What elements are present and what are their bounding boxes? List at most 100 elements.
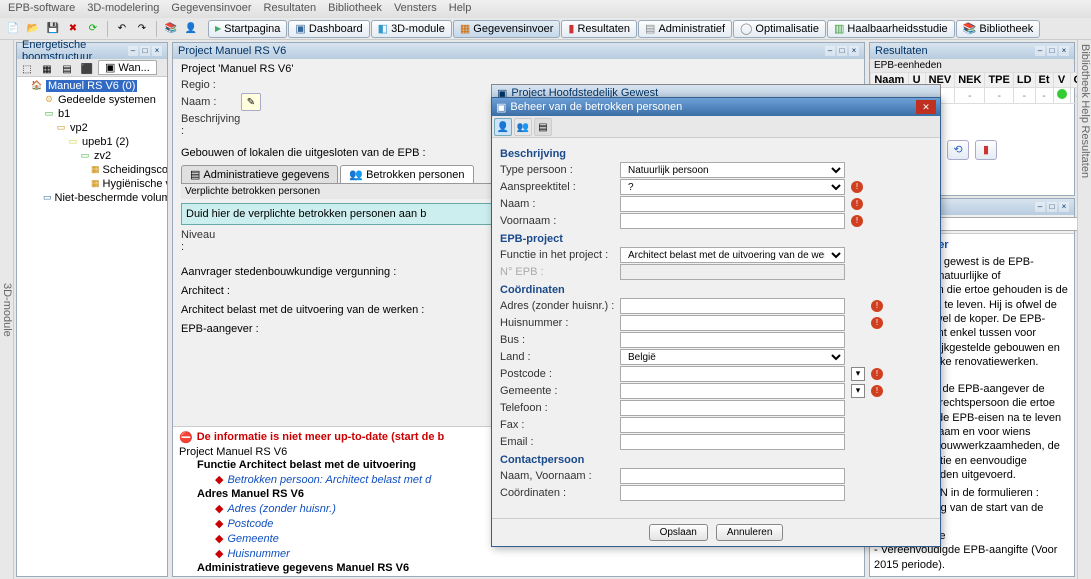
library-icon[interactable]: 📚 <box>162 20 180 38</box>
tree-item[interactable]: b1 <box>58 108 70 120</box>
menu-item[interactable]: EPB-software <box>8 2 75 16</box>
functie-select[interactable]: Architect belast met de uitvoering van d… <box>620 247 845 263</box>
telefoon-input[interactable] <box>620 400 845 416</box>
col-header[interactable]: V <box>1053 73 1070 88</box>
minimize-icon[interactable]: – <box>1035 202 1045 212</box>
tab-admin[interactable]: ▤Administratieve gegevens <box>181 165 338 183</box>
close-icon[interactable]: ✖ <box>64 20 82 38</box>
gemeente-input[interactable] <box>620 383 845 399</box>
minimize-icon[interactable]: – <box>128 46 138 56</box>
tree-tab-wan[interactable]: ▣Wan... <box>98 60 157 75</box>
tree-item[interactable]: Scheidingsconstructies <box>103 164 167 176</box>
tab-betrokken[interactable]: 👥Betrokken personen <box>340 165 473 183</box>
picker-icon[interactable]: ▾ <box>851 384 865 398</box>
nav-bibliotheek[interactable]: 📚Bibliotheek <box>956 20 1041 38</box>
nav-resultaten[interactable]: ▮Resultaten <box>561 20 637 38</box>
user-icon[interactable]: 👤 <box>182 20 200 38</box>
save-icon[interactable]: 💾 <box>44 20 62 38</box>
menu-item[interactable]: Gegevensinvoer <box>171 2 251 16</box>
close-icon[interactable]: × <box>849 46 859 56</box>
close-icon[interactable]: × <box>1059 202 1069 212</box>
redo-icon[interactable]: ↷ <box>133 20 151 38</box>
picker-icon[interactable]: ▾ <box>851 367 865 381</box>
type-persoon-select[interactable]: Natuurlijk persoon <box>620 162 845 178</box>
nav-startpagina[interactable]: ▶Startpagina <box>208 20 287 38</box>
dialog-title: Beheer van de betrokken personen <box>510 101 682 113</box>
open-icon[interactable]: 📂 <box>24 20 42 38</box>
dock-tab-resultaten[interactable]: Resultaten <box>1079 125 1091 178</box>
dock-tab-bibliotheek[interactable]: Bibliotheek <box>1079 44 1091 98</box>
huisnummer-input[interactable] <box>620 315 845 331</box>
maximize-icon[interactable]: □ <box>837 46 847 56</box>
menu-item[interactable]: Help <box>449 2 472 16</box>
menu-item[interactable]: Vensters <box>394 2 437 16</box>
tree-btn-2[interactable]: ▦ <box>38 60 56 78</box>
dialog-close-icon[interactable]: ✕ <box>916 100 936 114</box>
tree-item[interactable]: zv2 <box>94 150 111 162</box>
dock-tab-3d[interactable]: 3D-module <box>1 44 13 575</box>
help-search-input[interactable] <box>934 217 1078 231</box>
error-link[interactable]: Gemeente <box>227 533 278 545</box>
refresh-icon[interactable]: ⟳ <box>84 20 102 38</box>
tree-btn-1[interactable]: ⬚ <box>18 60 36 78</box>
list-icon[interactable]: ▤ <box>534 118 552 136</box>
error-link[interactable]: Huisnummer <box>227 548 289 560</box>
undo-icon[interactable]: ↶ <box>113 20 131 38</box>
tree-btn-3[interactable]: ▤ <box>58 60 76 78</box>
nav-3d[interactable]: ◧3D-module <box>371 20 452 38</box>
tree-btn-4[interactable]: ⬛ <box>78 60 96 78</box>
person-icon[interactable]: 👤 <box>494 118 512 136</box>
edit-icon[interactable]: ✎ <box>241 93 261 111</box>
opslaan-button[interactable]: Opslaan <box>649 524 708 541</box>
dialog-titlebar[interactable]: ▣Beheer van de betrokken personen ✕ <box>492 98 940 116</box>
minimize-icon[interactable]: – <box>825 46 835 56</box>
error-link[interactable]: Adres (zonder huisnr.) <box>227 503 335 515</box>
tree-item[interactable]: upeb1 (2) <box>82 136 129 148</box>
left-dock-strip[interactable]: 3D-module Energetische boomstructuur Geo… <box>0 40 14 579</box>
error-link[interactable]: Betrokken persoon: Architect belast met … <box>227 474 431 486</box>
menu-item[interactable]: Resultaten <box>264 2 317 16</box>
dock-tab-help[interactable]: Help <box>1079 100 1091 123</box>
maximize-icon[interactable]: □ <box>1047 202 1057 212</box>
tree-item[interactable]: Gedeelde systemen <box>58 94 156 106</box>
maximize-icon[interactable]: □ <box>140 46 150 56</box>
nav-gegevensinvoer[interactable]: ▦Gegevensinvoer <box>453 20 561 38</box>
person-add-icon[interactable]: 👥 <box>514 118 532 136</box>
tree-item[interactable]: Niet-beschermde volumes (1) <box>55 192 167 204</box>
col-header[interactable]: LD <box>1013 73 1035 88</box>
refresh-icon[interactable]: ⟲ <box>947 140 969 160</box>
col-header[interactable]: NEK <box>955 73 985 88</box>
naam-input[interactable] <box>620 196 845 212</box>
close-icon[interactable]: × <box>1059 46 1069 56</box>
menu-item[interactable]: 3D-modelering <box>87 2 159 16</box>
bus-input[interactable] <box>620 332 845 348</box>
postcode-input[interactable] <box>620 366 845 382</box>
contact-naam-input[interactable] <box>620 468 845 484</box>
tree-root[interactable]: Manuel RS V6 (0) <box>46 80 137 92</box>
col-header[interactable]: Et <box>1035 73 1053 88</box>
close-icon[interactable]: × <box>152 46 162 56</box>
chart-icon[interactable]: ▮ <box>975 140 997 160</box>
land-select[interactable]: België <box>620 349 845 365</box>
nav-dashboard[interactable]: ▣Dashboard <box>288 20 369 38</box>
nav-administratief[interactable]: ▤Administratief <box>638 20 732 38</box>
minimize-icon[interactable]: – <box>1035 46 1045 56</box>
maximize-icon[interactable]: □ <box>1047 46 1057 56</box>
error-link[interactable]: Postcode <box>227 518 273 530</box>
nav-haalbaarheid[interactable]: ▥Haalbaarheidsstudie <box>827 20 955 38</box>
col-header[interactable]: TPE <box>985 73 1013 88</box>
tree-item[interactable]: Hygiënische ventilatie <box>103 178 167 190</box>
tree-view[interactable]: 🏠Manuel RS V6 (0) ⚙Gedeelde systemen ▭b1… <box>17 77 167 576</box>
right-dock-strip[interactable]: Bibliotheek Help Resultaten <box>1077 40 1091 579</box>
annuleren-button[interactable]: Annuleren <box>716 524 784 541</box>
aanspreektitel-select[interactable]: ? <box>620 179 845 195</box>
tree-item[interactable]: vp2 <box>70 122 88 134</box>
nav-optimalisatie[interactable]: ◯Optimalisatie <box>733 20 826 38</box>
menu-item[interactable]: Bibliotheek <box>328 2 382 16</box>
email-input[interactable] <box>620 434 845 450</box>
contact-coord-input[interactable] <box>620 485 845 501</box>
new-icon[interactable]: 📄 <box>4 20 22 38</box>
voornaam-input[interactable] <box>620 213 845 229</box>
fax-input[interactable] <box>620 417 845 433</box>
adres-input[interactable] <box>620 298 845 314</box>
